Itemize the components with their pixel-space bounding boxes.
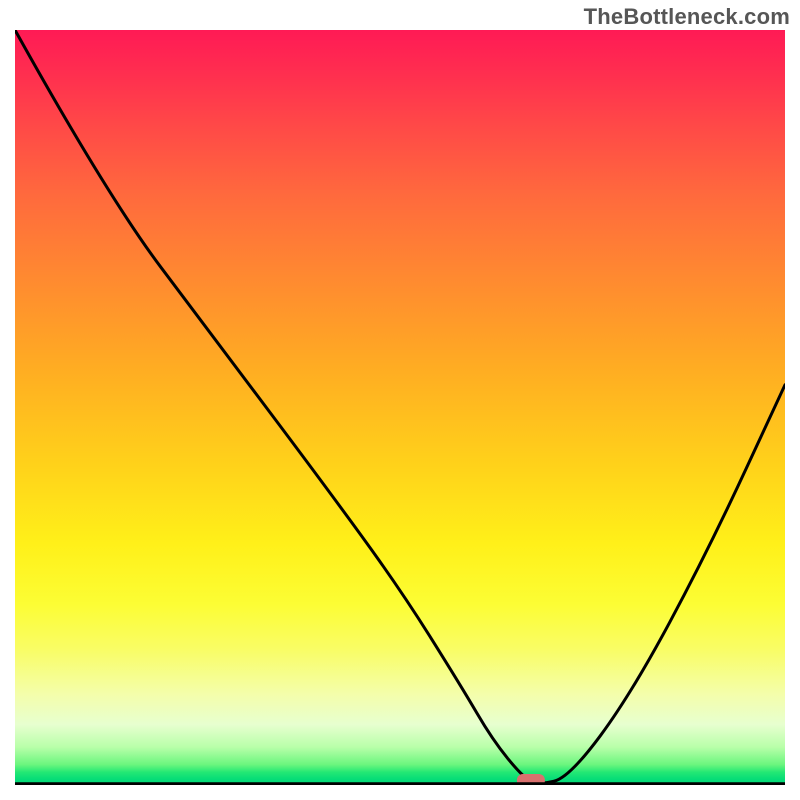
plot-area [15, 30, 785, 785]
attribution-label: TheBottleneck.com [584, 4, 790, 30]
chart-overlay [15, 30, 785, 785]
chart-container: TheBottleneck.com [0, 0, 800, 800]
bottleneck-curve [15, 30, 785, 783]
